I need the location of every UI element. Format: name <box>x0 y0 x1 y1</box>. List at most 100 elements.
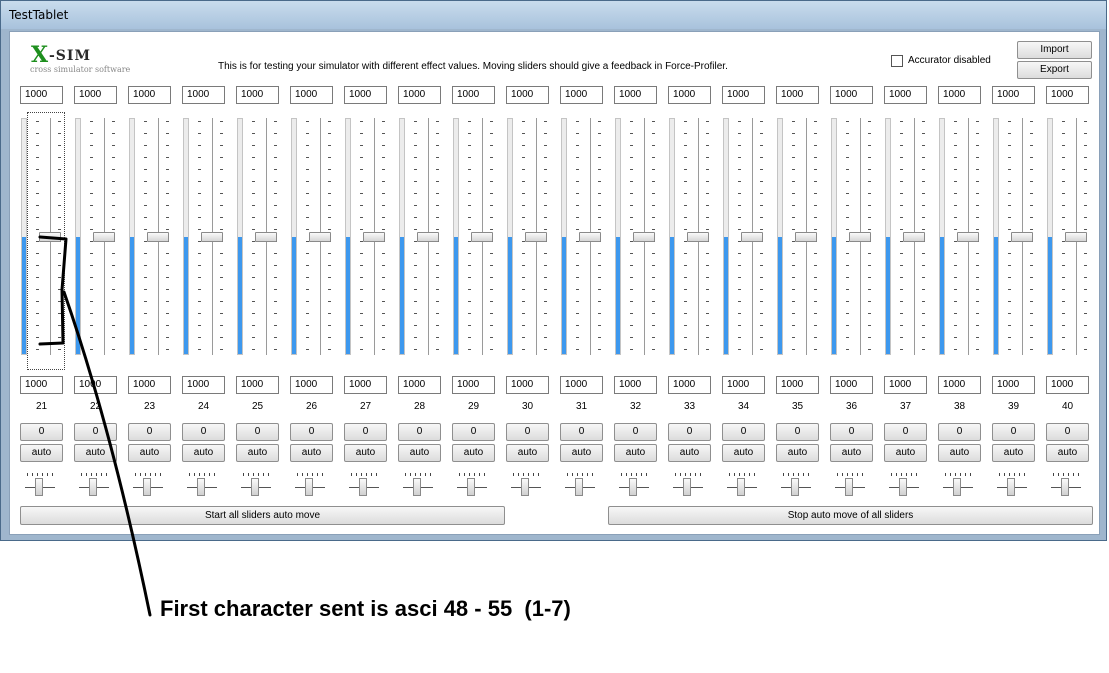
auto-button[interactable]: auto <box>560 444 603 462</box>
bottom-value-field[interactable]: 1000 <box>128 376 171 394</box>
auto-button[interactable]: auto <box>830 444 873 462</box>
top-value-field[interactable]: 1000 <box>506 86 549 104</box>
bottom-value-field[interactable]: 1000 <box>560 376 603 394</box>
mini-slider[interactable] <box>889 473 919 497</box>
zero-button[interactable]: 0 <box>20 423 63 441</box>
auto-button[interactable]: auto <box>722 444 765 462</box>
auto-button[interactable]: auto <box>290 444 333 462</box>
mini-slider-thumb[interactable] <box>467 478 475 496</box>
start-all-auto-button[interactable]: Start all sliders auto move <box>20 506 505 525</box>
zero-button[interactable]: 0 <box>938 423 981 441</box>
top-value-field[interactable]: 1000 <box>830 86 873 104</box>
auto-button[interactable]: auto <box>452 444 495 462</box>
bottom-value-field[interactable]: 1000 <box>74 376 117 394</box>
import-button[interactable]: Import <box>1017 41 1092 59</box>
slider-track[interactable] <box>75 118 81 355</box>
bottom-value-field[interactable]: 1000 <box>398 376 441 394</box>
mini-slider-thumb[interactable] <box>521 478 529 496</box>
slider-thumb[interactable] <box>201 232 223 242</box>
slider-track[interactable] <box>345 118 351 355</box>
zero-button[interactable]: 0 <box>74 423 117 441</box>
slider-thumb[interactable] <box>309 232 331 242</box>
mini-slider-thumb[interactable] <box>1007 478 1015 496</box>
auto-button[interactable]: auto <box>20 444 63 462</box>
mini-slider-thumb[interactable] <box>197 478 205 496</box>
slider-thumb[interactable] <box>1011 232 1033 242</box>
mini-slider[interactable] <box>133 473 163 497</box>
slider-track[interactable] <box>615 118 621 355</box>
mini-slider[interactable] <box>565 473 595 497</box>
top-value-field[interactable]: 1000 <box>992 86 1035 104</box>
bottom-value-field[interactable]: 1000 <box>236 376 279 394</box>
mini-slider-thumb[interactable] <box>899 478 907 496</box>
top-value-field[interactable]: 1000 <box>452 86 495 104</box>
zero-button[interactable]: 0 <box>722 423 765 441</box>
slider-thumb[interactable] <box>147 232 169 242</box>
top-value-field[interactable]: 1000 <box>1046 86 1089 104</box>
bottom-value-field[interactable]: 1000 <box>668 376 711 394</box>
slider-track[interactable] <box>669 118 675 355</box>
slider-track[interactable] <box>399 118 405 355</box>
bottom-value-field[interactable]: 1000 <box>722 376 765 394</box>
zero-button[interactable]: 0 <box>128 423 171 441</box>
zero-button[interactable]: 0 <box>884 423 927 441</box>
slider-track[interactable] <box>723 118 729 355</box>
mini-slider[interactable] <box>403 473 433 497</box>
slider-track[interactable] <box>831 118 837 355</box>
zero-button[interactable]: 0 <box>506 423 549 441</box>
slider-track[interactable] <box>237 118 243 355</box>
auto-button[interactable]: auto <box>884 444 927 462</box>
auto-button[interactable]: auto <box>1046 444 1089 462</box>
auto-button[interactable]: auto <box>74 444 117 462</box>
top-value-field[interactable]: 1000 <box>398 86 441 104</box>
slider-thumb[interactable] <box>417 232 439 242</box>
mini-slider-thumb[interactable] <box>629 478 637 496</box>
zero-button[interactable]: 0 <box>776 423 819 441</box>
bottom-value-field[interactable]: 1000 <box>776 376 819 394</box>
mini-slider[interactable] <box>727 473 757 497</box>
slider-thumb[interactable] <box>525 232 547 242</box>
bottom-value-field[interactable]: 1000 <box>506 376 549 394</box>
zero-button[interactable]: 0 <box>1046 423 1089 441</box>
slider-track[interactable] <box>561 118 567 355</box>
bottom-value-field[interactable]: 1000 <box>938 376 981 394</box>
auto-button[interactable]: auto <box>344 444 387 462</box>
mini-slider-thumb[interactable] <box>251 478 259 496</box>
slider-track[interactable] <box>291 118 297 355</box>
auto-button[interactable]: auto <box>506 444 549 462</box>
zero-button[interactable]: 0 <box>830 423 873 441</box>
zero-button[interactable]: 0 <box>614 423 657 441</box>
zero-button[interactable]: 0 <box>236 423 279 441</box>
stop-all-auto-button[interactable]: Stop auto move of all sliders <box>608 506 1093 525</box>
top-value-field[interactable]: 1000 <box>938 86 981 104</box>
mini-slider[interactable] <box>673 473 703 497</box>
bottom-value-field[interactable]: 1000 <box>884 376 927 394</box>
mini-slider[interactable] <box>457 473 487 497</box>
mini-slider-thumb[interactable] <box>575 478 583 496</box>
mini-slider[interactable] <box>187 473 217 497</box>
mini-slider[interactable] <box>1051 473 1081 497</box>
mini-slider-thumb[interactable] <box>683 478 691 496</box>
top-value-field[interactable]: 1000 <box>344 86 387 104</box>
mini-slider[interactable] <box>835 473 865 497</box>
mini-slider-thumb[interactable] <box>143 478 151 496</box>
mini-slider-thumb[interactable] <box>35 478 43 496</box>
slider-thumb[interactable] <box>741 232 763 242</box>
mini-slider[interactable] <box>79 473 109 497</box>
auto-button[interactable]: auto <box>128 444 171 462</box>
mini-slider-thumb[interactable] <box>1061 478 1069 496</box>
slider-track[interactable] <box>885 118 891 355</box>
slider-thumb[interactable] <box>363 232 385 242</box>
bottom-value-field[interactable]: 1000 <box>344 376 387 394</box>
slider-track[interactable] <box>453 118 459 355</box>
bottom-value-field[interactable]: 1000 <box>1046 376 1089 394</box>
bottom-value-field[interactable]: 1000 <box>830 376 873 394</box>
slider-thumb[interactable] <box>687 232 709 242</box>
mini-slider[interactable] <box>241 473 271 497</box>
zero-button[interactable]: 0 <box>182 423 225 441</box>
top-value-field[interactable]: 1000 <box>614 86 657 104</box>
mini-slider-thumb[interactable] <box>737 478 745 496</box>
slider-track[interactable] <box>939 118 945 355</box>
mini-slider[interactable] <box>511 473 541 497</box>
zero-button[interactable]: 0 <box>668 423 711 441</box>
